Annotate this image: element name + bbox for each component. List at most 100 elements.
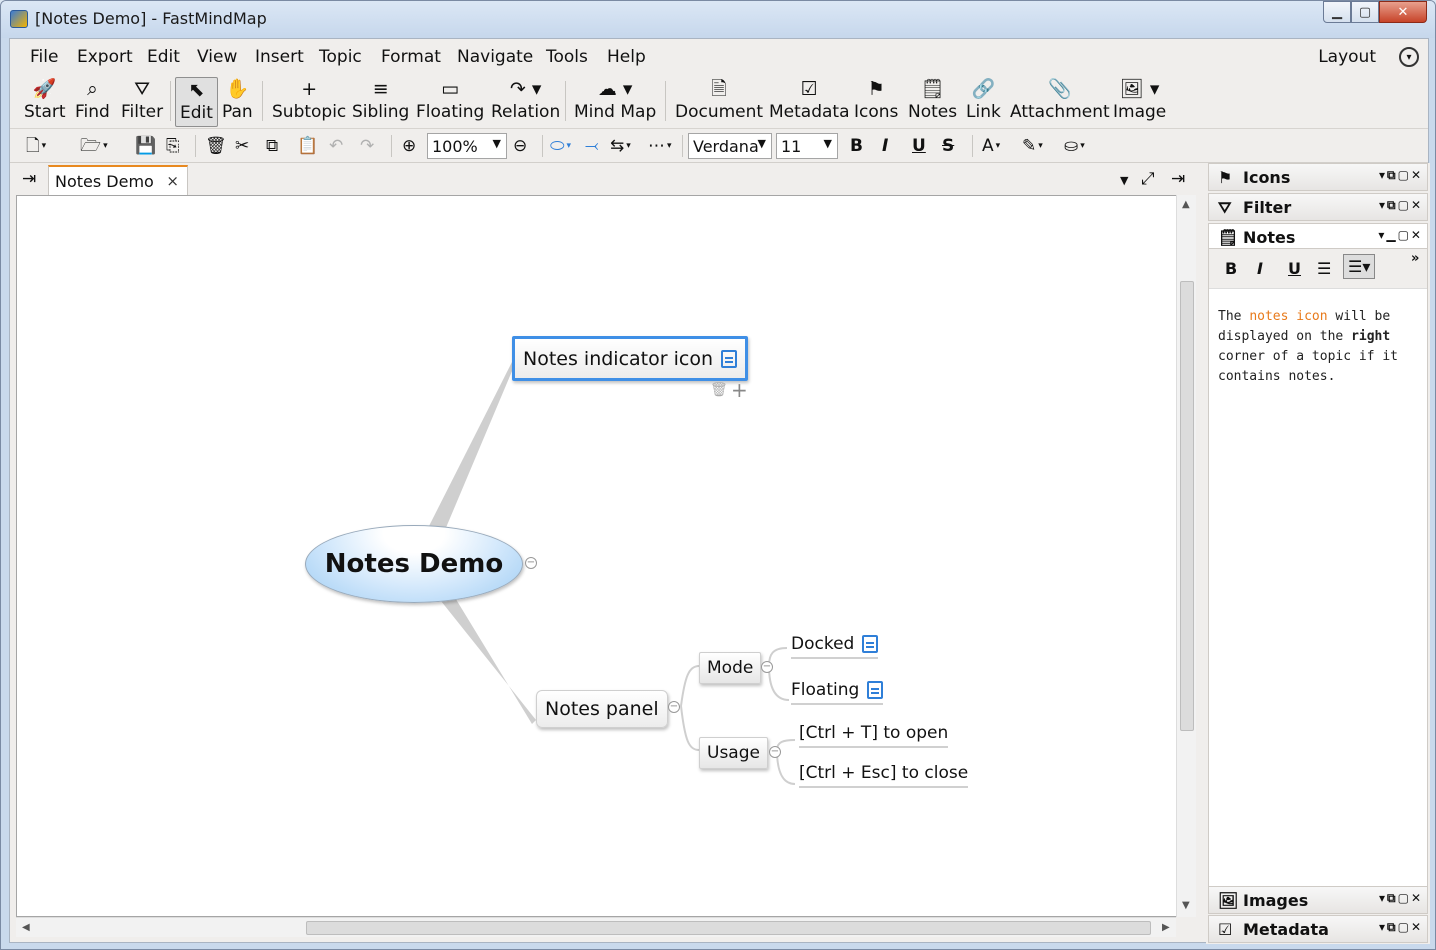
panel-window-controls[interactable]: ▾⧉▢✕ bbox=[1379, 198, 1423, 213]
leaf-floating[interactable]: Floating bbox=[791, 680, 884, 705]
collapse-toggle[interactable]: − bbox=[525, 557, 537, 569]
floating-button[interactable]: ▭ Floating bbox=[416, 77, 484, 127]
topic-shape-icon[interactable]: ⬭ ▾ bbox=[550, 136, 571, 156]
panel-window-controls[interactable]: ▾⧉▢✕ bbox=[1379, 920, 1423, 935]
filter-button[interactable]: ⛛ Filter bbox=[121, 77, 163, 127]
collapse-toggle[interactable]: − bbox=[668, 701, 680, 713]
image-button[interactable]: 🖼 ▾ Image bbox=[1113, 77, 1166, 127]
bullet-list-icon[interactable]: ☰ bbox=[1317, 259, 1331, 278]
expand-view-icon[interactable]: ⤢ bbox=[1141, 169, 1155, 189]
save-as-icon[interactable]: ⎘ bbox=[166, 136, 180, 156]
minimize-button[interactable]: ▁ bbox=[1323, 1, 1351, 23]
menu-export[interactable]: Export bbox=[77, 47, 133, 67]
scroll-up-icon[interactable]: ▲ bbox=[1182, 199, 1190, 210]
mind-map-button[interactable]: ☁ ▾ Mind Map bbox=[574, 77, 656, 127]
leaf-docked[interactable]: Docked bbox=[791, 634, 879, 659]
subtopic-button[interactable]: + Subtopic bbox=[272, 77, 346, 127]
panel-window-controls[interactable]: ▾⧉▢✕ bbox=[1379, 168, 1423, 183]
line-width-icon[interactable]: ⇆ ▾ bbox=[610, 136, 631, 156]
document-button[interactable]: 🗎 Document bbox=[675, 77, 763, 127]
font-color-button[interactable]: A ▾ bbox=[982, 136, 1000, 156]
horizontal-scroll-thumb[interactable] bbox=[306, 921, 1151, 935]
layout-options-icon[interactable]: ▾ bbox=[1399, 47, 1419, 67]
maximize-button[interactable]: ▢ bbox=[1351, 1, 1379, 23]
bold-button[interactable]: B bbox=[850, 136, 863, 156]
pen-icon[interactable]: ✎ ▾ bbox=[1022, 136, 1043, 156]
zoom-in-icon[interactable]: ⊕ bbox=[402, 136, 416, 156]
more-tools-icon[interactable]: » bbox=[1411, 251, 1419, 266]
vertical-scrollbar[interactable]: ▲ ▼ bbox=[1176, 195, 1196, 917]
font-size-select[interactable]: 11 ▼ bbox=[776, 133, 838, 159]
align-left-icon[interactable]: ☰▾ bbox=[1343, 254, 1376, 279]
collapse-right-panel-icon[interactable]: ⇥ bbox=[1171, 169, 1185, 189]
notes-panel-header[interactable]: 🗒 Notes ▾▁▢✕ bbox=[1208, 223, 1428, 251]
strikethrough-button[interactable]: S bbox=[942, 136, 954, 156]
topic-notes-indicator-icon[interactable]: Notes indicator icon bbox=[512, 336, 748, 381]
menu-help[interactable]: Help bbox=[607, 47, 646, 67]
copy-icon[interactable]: ⧉ bbox=[266, 136, 278, 156]
menu-navigate[interactable]: Navigate bbox=[457, 47, 533, 67]
notes-bold-button[interactable]: B bbox=[1225, 259, 1237, 278]
icons-button[interactable]: ⚑ Icons bbox=[854, 77, 898, 127]
underline-button[interactable]: U bbox=[912, 136, 926, 156]
icons-panel-header[interactable]: ⚑ Icons ▾⧉▢✕ bbox=[1208, 163, 1428, 191]
menu-insert[interactable]: Insert bbox=[255, 47, 304, 67]
undo-icon[interactable]: ↶ bbox=[329, 136, 343, 156]
zoom-select[interactable]: 100% ▼ bbox=[427, 133, 507, 159]
start-button[interactable]: 🚀 Start bbox=[24, 77, 66, 127]
vertical-scroll-thumb[interactable] bbox=[1180, 281, 1194, 731]
paste-icon[interactable]: 📋 bbox=[297, 136, 318, 156]
leaf-ctrl-esc-close[interactable]: [Ctrl + Esc] to close bbox=[799, 763, 969, 788]
edit-mode-button[interactable]: ⬉ Edit bbox=[175, 77, 218, 127]
new-file-icon[interactable]: 🗋 ▾ bbox=[26, 136, 46, 156]
note-indicator-icon[interactable] bbox=[862, 635, 879, 653]
mindmap-canvas[interactable]: Notes Demo − Notes indicator icon 🗑 + No… bbox=[16, 195, 1184, 917]
scroll-left-icon[interactable]: ◀ bbox=[22, 922, 30, 933]
notes-content[interactable]: The notes icon will be displayed on the … bbox=[1218, 307, 1418, 387]
cut-icon[interactable]: ✂ bbox=[235, 136, 249, 156]
notes-button[interactable]: 🗒 Notes bbox=[908, 77, 957, 127]
horizontal-scrollbar[interactable]: ◀ ▶ bbox=[16, 917, 1176, 937]
sibling-button[interactable]: ≡ Sibling bbox=[352, 77, 409, 127]
note-indicator-icon[interactable] bbox=[867, 681, 884, 699]
menu-file[interactable]: File bbox=[30, 47, 58, 67]
close-window-button[interactable]: ✕ bbox=[1379, 1, 1427, 23]
collapse-left-panel-icon[interactable]: ⇥ bbox=[22, 169, 36, 189]
menu-view[interactable]: View bbox=[197, 47, 237, 67]
pan-button[interactable]: ✋ Pan bbox=[222, 77, 253, 127]
metadata-panel-header[interactable]: ☑ Metadata ▾⧉▢✕ bbox=[1208, 915, 1428, 943]
leaf-ctrl-t-open[interactable]: [Ctrl + T] to open bbox=[799, 723, 949, 748]
relation-button[interactable]: ↷ ▾ Relation bbox=[491, 77, 560, 127]
filter-panel-header[interactable]: ⛛ Filter ▾⧉▢✕ bbox=[1208, 193, 1428, 221]
notes-underline-button[interactable]: U bbox=[1288, 259, 1301, 278]
delete-icon[interactable]: 🗑 bbox=[205, 136, 227, 156]
font-family-select[interactable]: Verdana ▼ bbox=[688, 133, 772, 159]
redo-icon[interactable]: ↷ bbox=[360, 136, 374, 156]
delete-topic-icon[interactable]: 🗑 bbox=[710, 382, 728, 398]
notes-italic-button[interactable]: I bbox=[1257, 259, 1263, 278]
menu-tools[interactable]: Tools bbox=[546, 47, 588, 67]
menu-format[interactable]: Format bbox=[381, 47, 441, 67]
tab-notes-demo[interactable]: Notes Demo × bbox=[48, 165, 188, 195]
close-tab-icon[interactable]: × bbox=[166, 172, 179, 190]
find-button[interactable]: ⌕ Find bbox=[75, 77, 110, 127]
collapse-toggle[interactable]: − bbox=[769, 746, 781, 758]
metadata-button[interactable]: ☑ Metadata bbox=[769, 77, 850, 127]
attachment-button[interactable]: 📎 Attachment bbox=[1010, 77, 1110, 127]
layout-menu[interactable]: Layout bbox=[1318, 47, 1376, 67]
panel-window-controls[interactable]: ▾▁▢✕ bbox=[1378, 228, 1423, 242]
open-folder-icon[interactable]: 🗁 ▾ bbox=[80, 136, 108, 156]
collapse-toggle[interactable]: − bbox=[761, 661, 773, 673]
add-topic-icon[interactable]: + bbox=[731, 378, 748, 402]
note-indicator-icon[interactable] bbox=[720, 349, 737, 368]
subtopic-usage[interactable]: Usage bbox=[699, 737, 768, 769]
notes-editor[interactable]: B I U ☰ ☰▾ » The notes icon will be disp… bbox=[1208, 248, 1428, 888]
italic-button[interactable]: I bbox=[882, 136, 888, 156]
subtopic-mode[interactable]: Mode bbox=[699, 652, 762, 684]
connector-style-icon[interactable]: ⤙ bbox=[585, 136, 599, 156]
link-button[interactable]: 🔗 Link bbox=[966, 77, 1001, 127]
menu-topic[interactable]: Topic bbox=[319, 47, 362, 67]
scroll-right-icon[interactable]: ▶ bbox=[1162, 922, 1170, 933]
fill-bucket-icon[interactable]: ⛀ ▾ bbox=[1064, 136, 1085, 156]
save-icon[interactable]: 💾 bbox=[135, 136, 156, 156]
